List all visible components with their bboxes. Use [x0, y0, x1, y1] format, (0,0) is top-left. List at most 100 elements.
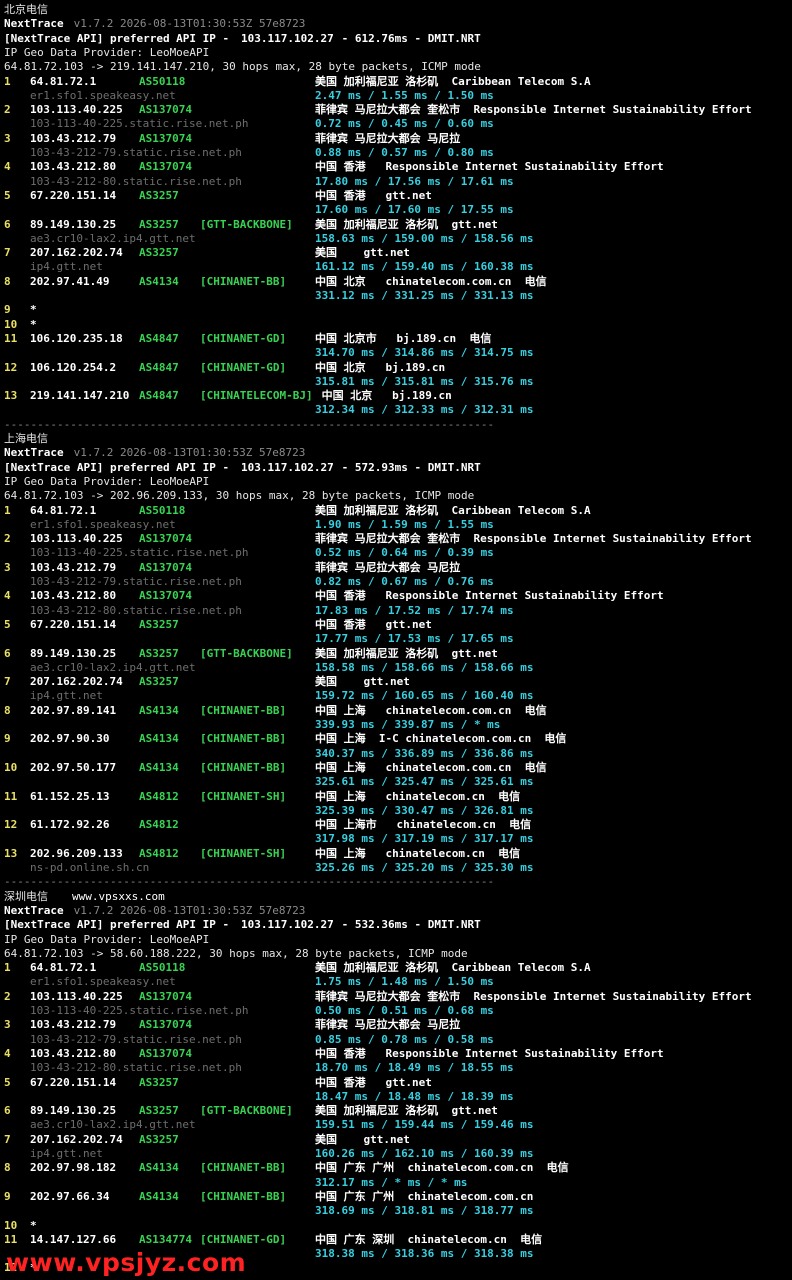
hop-number: 10: [4, 1218, 18, 1232]
hop-row[interactable]: 1 64.81.72.1 AS50118 美国 加利福尼亚 洛杉矶 Caribbean…: [0, 504, 792, 518]
geo-provider-text: IP Geo Data Provider: LeoMoeAPI: [4, 45, 210, 59]
hop-ip: *: [30, 317, 37, 331]
hop-geo: 中国 上海 chinatelecom.cn 电信: [315, 846, 521, 860]
hop-row[interactable]: 1 64.81.72.1 AS50118 美国 加利福尼亚 洛杉矶 Caribbean…: [0, 75, 792, 89]
hop-ip: 103.43.212.79: [30, 1018, 117, 1032]
trace-command-text: 64.81.72.103 -> 58.60.188.222, 30 hops m…: [4, 946, 468, 960]
hop-tag: [CHINANET-GD]: [200, 360, 287, 374]
hop-number: 3: [4, 560, 11, 574]
hop-row[interactable]: 11 61.152.25.13 AS4812 [CHINANET-SH] 中国 上海 c…: [0, 790, 792, 804]
hop-row[interactable]: 13 202.96.209.133 AS4812 [CHINANET-SH] 中国 上海…: [0, 847, 792, 861]
hop-rtt: 17.77 ms / 17.53 ms / 17.65 ms: [315, 632, 514, 646]
hop-rtt: 18.47 ms / 18.48 ms / 18.39 ms: [315, 1089, 514, 1103]
hop-number: 1: [4, 74, 11, 88]
hop-row[interactable]: 3 103.43.212.79 AS137074 菲律宾 马尼拉大都会 马尼拉: [0, 1018, 792, 1032]
version-text: v1.7.2 2026-08-13T01:30:53Z 57e8723: [67, 17, 306, 31]
hop-row[interactable]: 10 *: [0, 318, 792, 332]
api-line: [NextTrace API] preferred API IP - 103.1…: [0, 32, 792, 46]
hop-ip: 61.172.92.26: [30, 818, 110, 832]
hop-geo: 中国 香港 Responsible Internet Sustainabilit…: [315, 589, 664, 603]
hop-geo: 中国 上海 chinatelecom.com.cn 电信: [315, 703, 547, 717]
hop-rtt: 158.58 ms / 158.66 ms / 158.66 ms: [315, 660, 534, 674]
hop-row[interactable]: 4 103.43.212.80 AS137074 中国 香港 Responsible …: [0, 589, 792, 603]
hop-asn: AS137074: [139, 1046, 192, 1060]
hop-rtt: 158.63 ms / 159.00 ms / 158.56 ms: [315, 231, 534, 245]
hop-ip: 103.43.212.80: [30, 1046, 117, 1060]
hop-row[interactable]: 8 202.97.89.141 AS4134 [CHINANET-BB] 中国 上海 c…: [0, 704, 792, 718]
hop-number: 9: [4, 732, 11, 746]
hop-geo: 中国 北京 chinatelecom.com.cn 电信: [315, 274, 547, 288]
hop-ip: 103.43.212.79: [30, 560, 117, 574]
hop-geo: 美国 加利福尼亚 洛杉矶 gtt.net: [315, 646, 498, 660]
hop-number: 7: [4, 675, 11, 689]
hop-row[interactable]: 11 106.120.235.18 AS4847 [CHINANET-GD] 中国 北京…: [0, 332, 792, 346]
hop-rtt: 18.70 ms / 18.49 ms / 18.55 ms: [315, 1061, 514, 1075]
hop-row[interactable]: 3 103.43.212.79 AS137074 菲律宾 马尼拉大都会 马尼拉: [0, 132, 792, 146]
hop-rtt: 1.75 ms / 1.48 ms / 1.50 ms: [315, 975, 494, 989]
hop-asn: AS4847: [139, 331, 179, 345]
hop-row[interactable]: 7 207.162.202.74 AS3257 美国 gtt.net: [0, 1133, 792, 1147]
hop-row[interactable]: 12 61.172.92.26 AS4812 中国 上海市 chinatelecom.…: [0, 818, 792, 832]
hop-row[interactable]: 2 103.113.40.225 AS137074 菲律宾 马尼拉大都会 奎松市 Re…: [0, 103, 792, 117]
hop-number: 7: [4, 1132, 11, 1146]
hop-detail-row: ae3.cr10-lax2.ip4.gtt.net 159.51 ms / 159…: [0, 1118, 792, 1132]
hop-ip: 89.149.130.25: [30, 646, 117, 660]
hop-asn: AS137074: [139, 589, 192, 603]
hop-rtt: 17.83 ms / 17.52 ms / 17.74 ms: [315, 603, 514, 617]
hop-row[interactable]: 2 103.113.40.225 AS137074 菲律宾 马尼拉大都会 奎松市 Re…: [0, 990, 792, 1004]
hop-detail-row: er1.sfo1.speakeasy.net 2.47 ms / 1.55 ms …: [0, 89, 792, 103]
hop-row[interactable]: 6 89.149.130.25 AS3257 [GTT-BACKBONE] 美国 加利福…: [0, 647, 792, 661]
hop-number: 2: [4, 989, 11, 1003]
hop-asn: AS3257: [139, 646, 179, 660]
hop-asn: AS4812: [139, 818, 179, 832]
hop-geo: 中国 广东 广州 chinatelecom.com.cn 电信: [315, 1161, 569, 1175]
hop-row[interactable]: 8 202.97.98.182 AS4134 [CHINANET-BB] 中国 广东 广…: [0, 1161, 792, 1175]
hop-ip: 103.43.212.79: [30, 131, 117, 145]
hop-geo: 菲律宾 马尼拉大都会 马尼拉: [315, 560, 461, 574]
hop-row[interactable]: 1 64.81.72.1 AS50118 美国 加利福尼亚 洛杉矶 Caribbean…: [0, 961, 792, 975]
hop-rtt: 17.60 ms / 17.60 ms / 17.55 ms: [315, 203, 514, 217]
hop-asn: AS50118: [139, 74, 186, 88]
hop-geo: 中国 上海市 chinatelecom.cn 电信: [315, 818, 532, 832]
hop-row[interactable]: 5 67.220.151.14 AS3257 中国 香港 gtt.net: [0, 618, 792, 632]
hop-row[interactable]: 6 89.149.130.25 AS3257 [GTT-BACKBONE] 美国 加利福…: [0, 1104, 792, 1118]
hop-asn: AS4134: [139, 1189, 179, 1203]
hop-row[interactable]: 6 89.149.130.25 AS3257 [GTT-BACKBONE] 美国 加利福…: [0, 218, 792, 232]
hop-row[interactable]: 7 207.162.202.74 AS3257 美国 gtt.net: [0, 246, 792, 260]
hop-row[interactable]: 5 67.220.151.14 AS3257 中国 香港 gtt.net: [0, 1076, 792, 1090]
hop-row[interactable]: 9 202.97.90.30 AS4134 [CHINANET-BB] 中国 上海 I-…: [0, 732, 792, 746]
hop-row[interactable]: 13 219.141.147.210 AS4847 [CHINATELECOM-BJ]…: [0, 389, 792, 403]
hop-row[interactable]: 12 106.120.254.2 AS4847 [CHINANET-GD] 中国 北京 …: [0, 361, 792, 375]
hop-detail-row: 103-43-212-79.static.rise.net.ph 0.82 ms …: [0, 575, 792, 589]
hop-row[interactable]: 4 103.43.212.80 AS137074 中国 香港 Responsible …: [0, 1047, 792, 1061]
hop-asn: AS4812: [139, 789, 179, 803]
hop-row[interactable]: 10 202.97.50.177 AS4134 [CHINANET-BB] 中国 上海 …: [0, 761, 792, 775]
hop-rtt: 340.37 ms / 336.89 ms / 336.86 ms: [315, 746, 534, 760]
hop-rtt: 325.61 ms / 325.47 ms / 325.61 ms: [315, 775, 534, 789]
hop-row[interactable]: 3 103.43.212.79 AS137074 菲律宾 马尼拉大都会 马尼拉: [0, 561, 792, 575]
hop-geo: 中国 上海 chinatelecom.com.cn 电信: [315, 760, 547, 774]
hop-row[interactable]: 5 67.220.151.14 AS3257 中国 香港 gtt.net: [0, 189, 792, 203]
hop-number: 8: [4, 1161, 11, 1175]
hop-tag: [CHINANET-BB]: [200, 703, 287, 717]
hop-row[interactable]: 11 14.147.127.66 AS134774 [CHINANET-GD] 中国 广…: [0, 1233, 792, 1247]
hop-rtt: 1.90 ms / 1.59 ms / 1.55 ms: [315, 517, 494, 531]
hop-row[interactable]: 10 *: [0, 1219, 792, 1233]
hop-ip: 61.152.25.13: [30, 789, 110, 803]
hop-rtt: 339.93 ms / 339.87 ms / * ms: [315, 718, 501, 731]
hop-row[interactable]: 7 207.162.202.74 AS3257 美国 gtt.net: [0, 675, 792, 689]
hop-ip: 64.81.72.1: [30, 961, 97, 975]
hop-detail-row: 331.12 ms / 331.25 ms / 331.13 ms: [0, 289, 792, 303]
hop-row[interactable]: 9 202.97.66.34 AS4134 [CHINANET-BB] 中国 广东 广州…: [0, 1190, 792, 1204]
hop-number: 4: [4, 1046, 11, 1060]
hop-row[interactable]: 4 103.43.212.80 AS137074 中国 香港 Responsible …: [0, 160, 792, 174]
section-separator: ----------------------------------------…: [0, 418, 792, 432]
hop-number: 5: [4, 188, 11, 202]
hop-row[interactable]: 2 103.113.40.225 AS137074 菲律宾 马尼拉大都会 奎松市 Re…: [0, 532, 792, 546]
hop-hostname: ae3.cr10-lax2.ip4.gtt.net: [30, 1118, 196, 1132]
hop-asn: AS3257: [139, 1104, 179, 1118]
version-text: v1.7.2 2026-08-13T01:30:53Z 57e8723: [67, 446, 306, 460]
hop-rtt: 0.72 ms / 0.45 ms / 0.60 ms: [315, 117, 494, 131]
hop-row[interactable]: 9 *: [0, 303, 792, 317]
hop-row[interactable]: 8 202.97.41.49 AS4134 [CHINANET-BB] 中国 北京 ch…: [0, 275, 792, 289]
